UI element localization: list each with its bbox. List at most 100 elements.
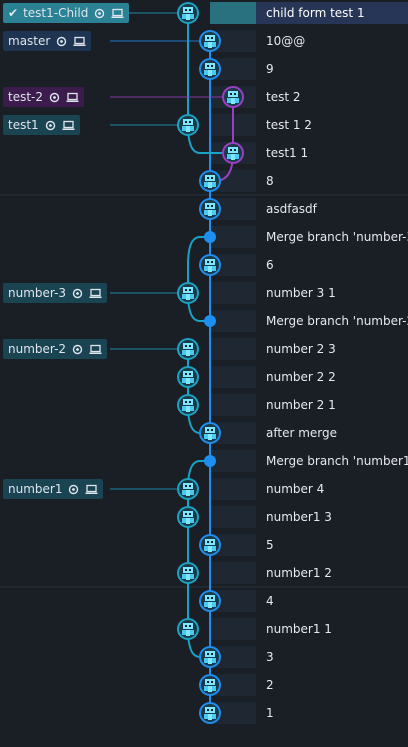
branch-name: test1 [8,118,39,132]
commit-message[interactable]: test1 1 [256,142,408,164]
row-band [210,338,256,360]
avatar-eye [211,653,213,655]
avatar-head [183,567,193,573]
commit-message[interactable]: asdfasdf [256,198,408,220]
commit-message[interactable]: 2 [256,674,408,696]
branch-label[interactable]: test-2 [3,87,85,107]
avatar-legs [231,154,235,160]
avatar-eye [189,121,191,123]
target-icon [94,8,105,19]
commit-message[interactable]: 8 [256,170,408,192]
commit-message[interactable]: 4 [256,590,408,612]
avatar-eye [207,261,209,263]
commit-message[interactable]: test 2 [256,86,408,108]
branch-label[interactable]: ✔ test1-Child [3,3,130,23]
commit-message[interactable]: number1 3 [256,506,408,528]
avatar-head [205,427,215,433]
branch-line [214,97,234,182]
avatar-eye [189,373,191,375]
avatar-legs [208,686,212,692]
avatar-legs [186,574,190,580]
commit-message[interactable]: Merge branch 'number-3' [256,226,408,248]
avatar-eye [230,93,232,95]
avatar-legs [186,350,190,356]
avatar-head [205,679,215,685]
avatar-eye [185,485,187,487]
branch-label[interactable]: number1 [3,479,104,499]
commit-message[interactable]: number 4 [256,478,408,500]
commit-message[interactable]: child form test 1 [256,2,408,24]
avatar-legs [186,378,190,384]
avatar-head [228,91,238,97]
avatar-head [205,63,215,69]
avatar-eye [211,597,213,599]
commit-message[interactable]: number 2 1 [256,394,408,416]
commit-message[interactable]: number 2 3 [256,338,408,360]
branch-label[interactable]: number-3 [3,283,108,303]
laptop-icon [89,288,102,299]
branch-label[interactable]: number-2 [3,339,108,359]
commit-message[interactable]: 6 [256,254,408,276]
avatar-eye [189,289,191,291]
commit-message[interactable]: Merge branch 'number-2' [256,310,408,332]
avatar-legs [231,98,235,104]
avatar-legs [208,546,212,552]
avatar-legs [186,14,190,20]
commit-message[interactable]: number1 1 [256,618,408,640]
avatar-eye [207,429,209,431]
target-icon [72,288,83,299]
avatar-eye [207,653,209,655]
commit-message[interactable]: 1 [256,702,408,724]
commit-message[interactable]: 9 [256,58,408,80]
avatar-eye [211,65,213,67]
avatar-eye [230,149,232,151]
avatar-legs [208,266,212,272]
commit-message[interactable]: after merge [256,422,408,444]
branch-label[interactable]: master [3,31,92,51]
commit-message[interactable]: number 2 2 [256,366,408,388]
row-band [210,226,256,248]
commit-message[interactable]: 5 [256,534,408,556]
check-icon: ✔ [8,6,19,20]
commit-message[interactable]: 3 [256,646,408,668]
avatar-legs [186,490,190,496]
avatar-head [183,399,193,405]
avatar-head [205,651,215,657]
avatar-eye [189,401,191,403]
row-band [210,478,256,500]
avatar-eye [211,541,213,543]
laptop-icon [66,92,79,103]
avatar-legs [208,210,212,216]
commit-message[interactable]: 10@@ [256,30,408,52]
avatar-head [183,287,193,293]
commit-message[interactable]: number 3 1 [256,282,408,304]
avatar-head [205,175,215,181]
avatar-eye [234,149,236,151]
row-band [210,450,256,472]
laptop-icon [62,120,75,131]
avatar-head [205,595,215,601]
avatar-head [183,7,193,13]
avatar-head [205,259,215,265]
avatar-eye [185,401,187,403]
branch-label[interactable]: test1 [3,115,80,135]
avatar-eye [211,429,213,431]
avatar-eye [189,345,191,347]
branch-line [187,349,210,434]
avatar-eye [211,37,213,39]
branch-name: master [8,34,51,48]
target-icon [72,344,83,355]
commit-message[interactable]: number1 2 [256,562,408,584]
row-band [210,310,256,332]
commit-message[interactable]: test 1 2 [256,114,408,136]
avatar-eye [211,681,213,683]
avatar-eye [185,345,187,347]
avatar-head [205,203,215,209]
avatar-eye [207,177,209,179]
avatar-head [183,511,193,517]
avatar-eye [207,709,209,711]
row-band [210,366,256,388]
avatar-eye [207,37,209,39]
avatar-eye [185,569,187,571]
commit-message[interactable]: Merge branch 'number1' [256,450,408,472]
